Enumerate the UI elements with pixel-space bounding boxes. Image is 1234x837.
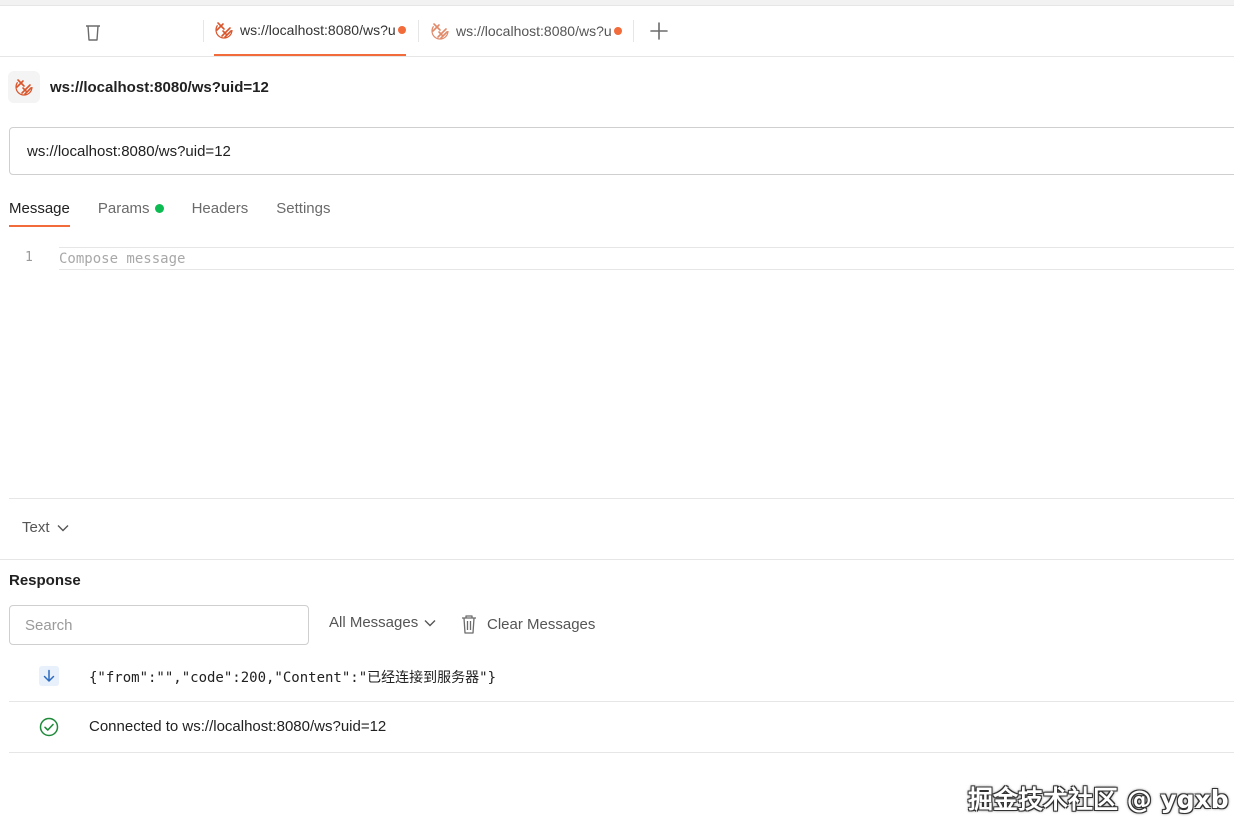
line-number: 1	[25, 250, 33, 265]
format-dropdown-label: Text	[22, 519, 50, 536]
params-indicator-dot	[154, 203, 164, 213]
tab-websocket[interactable]: ws://localhost:8080/ws?uid=12	[430, 6, 622, 56]
trash-icon	[462, 615, 476, 634]
incoming-message-indicator	[39, 666, 59, 686]
unsaved-dot	[398, 26, 406, 34]
message-filter-label: All Messages	[329, 614, 419, 631]
clear-messages-label: Clear Messages	[487, 615, 596, 633]
tab-message-label: Message	[9, 199, 70, 217]
response-title: Response	[9, 572, 81, 589]
url-text: ws://localhost:8080/ws?uid=12	[27, 142, 231, 160]
tab-params[interactable]: Params	[98, 190, 164, 226]
tab-separator	[203, 20, 204, 42]
message-text: {"from":"","code":200,"Content":"已经连接到服务…	[89, 670, 497, 686]
request-type-badge	[8, 71, 40, 103]
arrow-down-icon	[43, 669, 55, 682]
check-circle-icon	[39, 717, 59, 737]
tab-headers[interactable]: Headers	[192, 190, 249, 226]
compose-placeholder: Compose message	[59, 251, 186, 267]
request-title[interactable]: ws://localhost:8080/ws?uid=12	[50, 79, 269, 96]
chevron-down-icon	[424, 619, 436, 626]
unsaved-dot	[614, 27, 622, 35]
message-filter-dropdown[interactable]: All Messages	[329, 614, 436, 631]
format-dropdown[interactable]: Text	[22, 519, 69, 536]
new-tab-plus-icon[interactable]	[648, 20, 670, 42]
url-input[interactable]: ws://localhost:8080/ws?uid=12	[9, 127, 1234, 175]
clear-messages-button[interactable]: Clear Messages	[459, 613, 595, 635]
tab-headers-label: Headers	[191, 199, 249, 217]
tab-settings[interactable]: Settings	[276, 190, 330, 226]
tab-separator	[418, 20, 419, 42]
tab-message[interactable]: Message	[9, 190, 70, 227]
message-row[interactable]: Connected to ws://localhost:8080/ws?uid=…	[9, 702, 1234, 753]
trash-icon[interactable]	[82, 21, 104, 43]
websocket-icon	[15, 78, 33, 96]
tab-separator	[633, 20, 634, 42]
tab-label: ws://localhost:8080/ws?uid=12	[240, 22, 396, 38]
tab-params-label: Params	[97, 199, 150, 217]
tab-settings-label: Settings	[276, 199, 331, 217]
request-header: ws://localhost:8080/ws?uid=12	[8, 70, 269, 104]
tab-label: ws://localhost:8080/ws?uid=12	[456, 23, 612, 39]
chevron-down-icon	[57, 524, 69, 531]
search-input[interactable]	[9, 605, 309, 645]
message-editor[interactable]: 1 Compose message	[9, 247, 1234, 270]
divider	[9, 498, 1234, 499]
divider	[0, 559, 1234, 560]
message-row[interactable]: {"from":"","code":200,"Content":"已经连接到服务…	[9, 651, 1234, 702]
compose-line[interactable]: Compose message	[59, 247, 1234, 270]
tab-bar: ws://localhost:8080/ws?uid=12 ws://local…	[0, 6, 1234, 57]
tab-websocket-active[interactable]: ws://localhost:8080/ws?uid=12	[214, 6, 406, 56]
websocket-icon	[431, 22, 449, 40]
websocket-icon	[215, 21, 233, 39]
watermark-text: 掘金技术社区 @ ygxb	[968, 785, 1229, 814]
message-text: Connected to ws://localhost:8080/ws?uid=…	[89, 718, 387, 735]
request-subtabs: Message Params Headers Settings	[9, 190, 358, 227]
